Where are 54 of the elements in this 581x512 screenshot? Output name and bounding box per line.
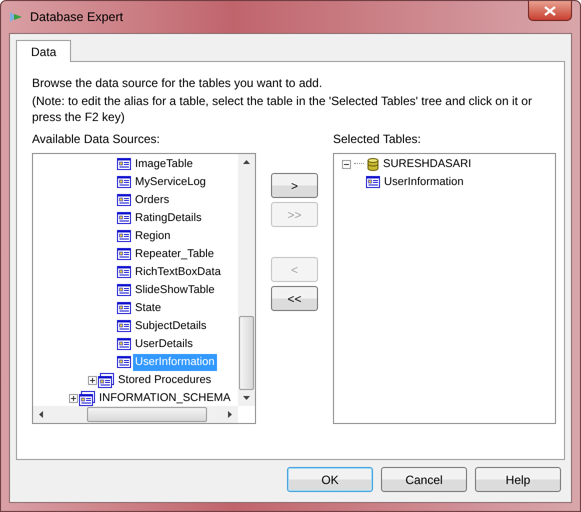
move-button[interactable]: << xyxy=(271,286,318,311)
tables-icon xyxy=(79,390,95,406)
tree-item[interactable]: SlideShowTable xyxy=(133,282,217,298)
scroll-left-icon xyxy=(39,411,43,418)
tab[interactable]: Data xyxy=(16,40,72,62)
tree-item[interactable]: UserInformation xyxy=(382,174,466,190)
instruction-text: Browse the data source for the tables you want to add. xyxy=(32,75,324,91)
tree-item[interactable]: RatingDetails xyxy=(133,210,204,226)
arrow-icon xyxy=(8,9,24,25)
vertical-scrollbar[interactable] xyxy=(238,154,255,406)
table-icon xyxy=(117,284,131,296)
horizontal-scrollbar[interactable] xyxy=(33,406,238,423)
tree-item[interactable]: Stored Procedures xyxy=(116,372,214,388)
table-icon xyxy=(117,158,131,170)
list-label: Selected Tables: xyxy=(333,131,422,147)
scroll-up-icon xyxy=(243,160,250,164)
database-icon xyxy=(367,158,379,170)
table-icon xyxy=(117,194,131,206)
tables-icon xyxy=(98,372,114,388)
table-icon xyxy=(366,176,380,188)
table-icon xyxy=(117,338,131,350)
table-icon xyxy=(117,176,131,188)
tree-item[interactable]: UserDetails xyxy=(133,336,195,352)
expand-toggle[interactable] xyxy=(69,394,78,402)
tree-item[interactable]: SURESHDASARI xyxy=(381,156,474,172)
tree-item[interactable]: Region xyxy=(133,228,172,244)
close-button[interactable] xyxy=(528,1,572,21)
tree-item[interactable]: RichTextBoxData xyxy=(133,264,223,280)
move-button[interactable]: > xyxy=(271,173,318,198)
scroll-down-icon xyxy=(243,396,250,400)
dialog-button[interactable]: Cancel xyxy=(381,467,467,492)
expand-toggle[interactable] xyxy=(342,160,351,168)
tree-item[interactable]: MyServiceLog xyxy=(133,174,208,190)
tree-item[interactable]: Orders xyxy=(133,192,172,208)
table-icon xyxy=(117,212,131,224)
close-icon xyxy=(544,6,556,16)
tree-item[interactable]: State xyxy=(133,300,164,316)
scroll-right-icon xyxy=(228,411,232,418)
dialog-button[interactable]: OK xyxy=(287,467,373,492)
window-title: Database Expert xyxy=(30,10,124,24)
table-icon xyxy=(117,302,131,314)
tree-item[interactable]: ImageTable xyxy=(133,156,195,172)
tree-item[interactable]: Repeater_Table xyxy=(133,246,216,262)
list-label: Available Data Sources: xyxy=(32,131,161,147)
expand-toggle[interactable] xyxy=(88,376,97,384)
table-icon xyxy=(117,248,131,260)
table-icon xyxy=(117,356,131,368)
table-icon xyxy=(117,230,131,242)
table-icon xyxy=(117,266,131,278)
dialog-button[interactable]: Help xyxy=(475,467,561,492)
tree-item[interactable]: INFORMATION_SCHEMA xyxy=(97,390,233,406)
tree-item[interactable]: SubjectDetails xyxy=(133,318,209,334)
note-text: (Note: to edit the alias for a table, select the table in the 'Selected Tables' tree and click on it or press the F2 key) xyxy=(32,93,533,125)
table-icon xyxy=(117,320,131,332)
